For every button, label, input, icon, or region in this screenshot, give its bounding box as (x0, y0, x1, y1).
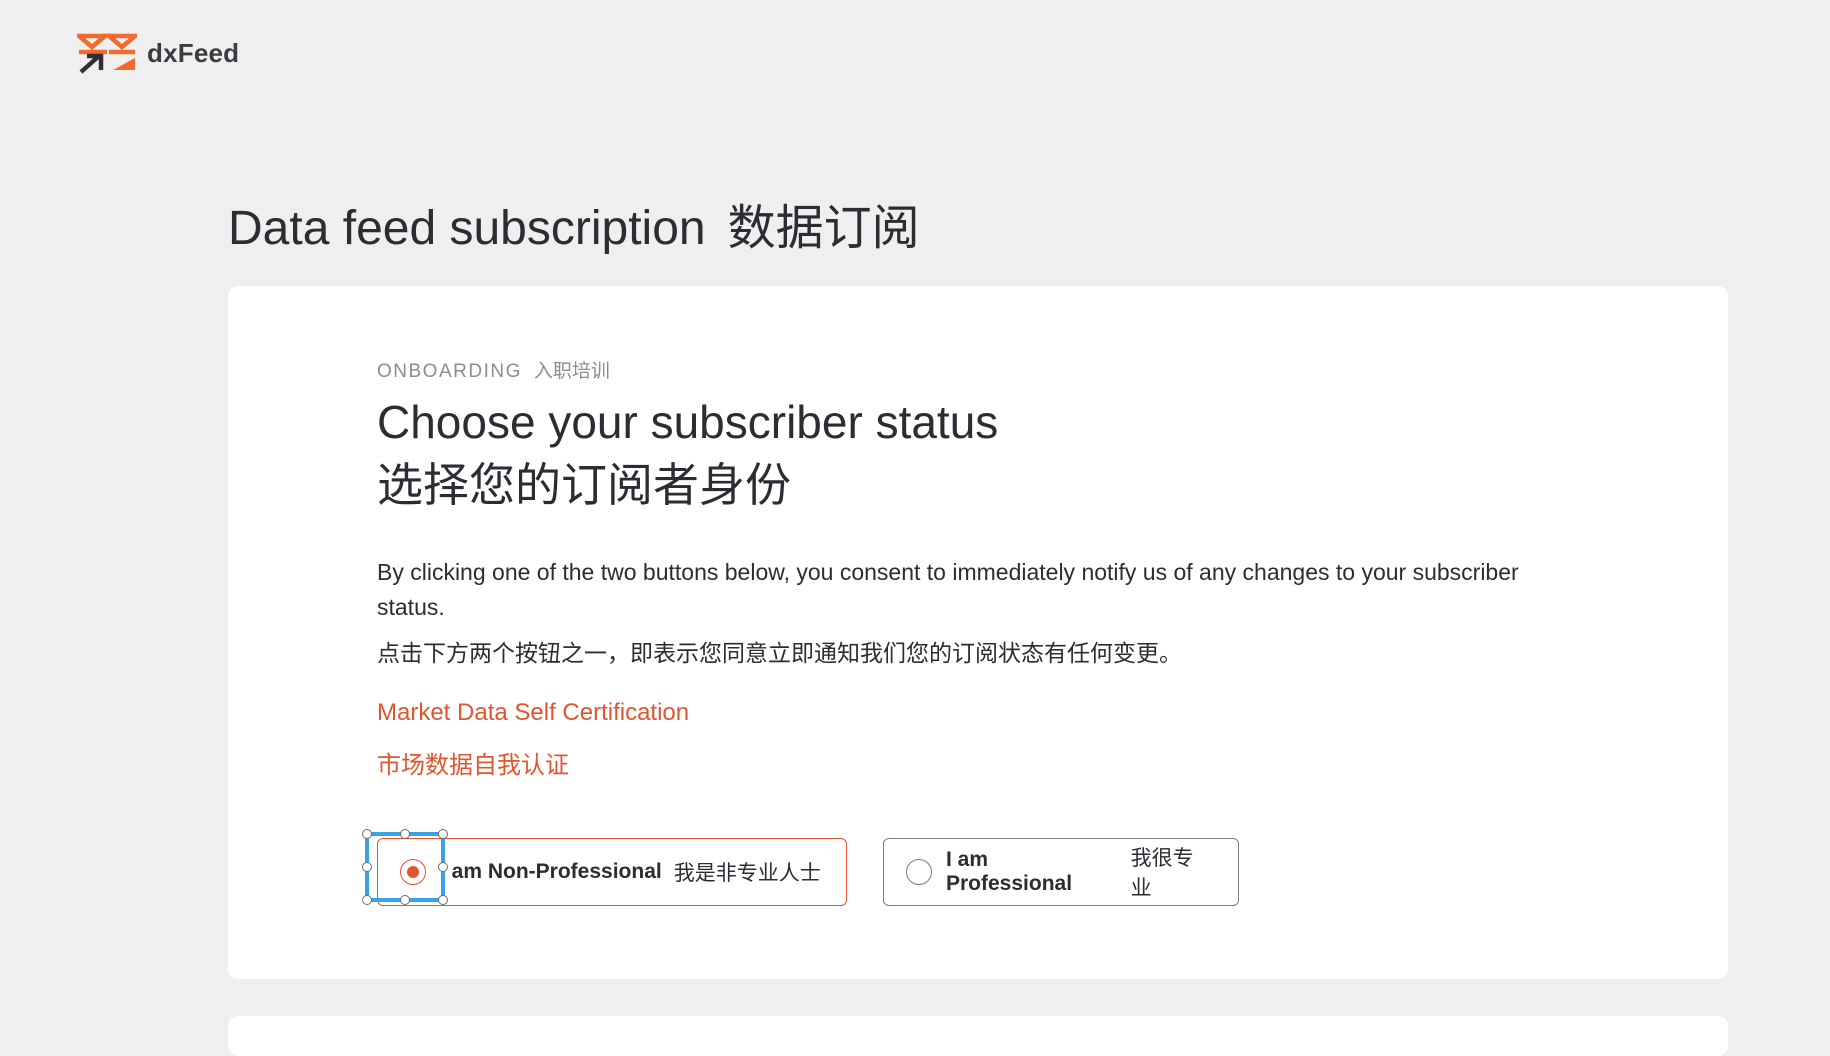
dxfeed-logo-icon (77, 33, 137, 74)
eyebrow-zh: 入职培训 (533, 361, 610, 382)
certification-link-en[interactable]: Market Data Self Certification (377, 699, 1577, 727)
card-content: ONBOARDING 入职培训 Choose your subscriber st… (377, 356, 1577, 780)
heading-zh: 选择您的订阅者身份 (377, 459, 791, 512)
eyebrow: ONBOARDING 入职培训 (377, 356, 1577, 383)
certification-link-zh[interactable]: 市场数据自我认证 (377, 745, 1577, 780)
page-title: Data feed subscription 数据订阅 (228, 188, 920, 258)
non-professional-option[interactable]: I am Non-Professional 我是非专业人士 (377, 838, 847, 906)
professional-option[interactable]: I am Professional 我很专业 (883, 838, 1239, 906)
next-card (228, 1016, 1728, 1056)
status-options: I am Non-Professional 我是非专业人士 I am Profe… (377, 838, 1239, 906)
onboarding-card: ONBOARDING 入职培训 Choose your subscriber st… (228, 286, 1728, 979)
description-zh: 点击下方两个按钮之一，即表示您同意立即通知我们您的订阅状态有任何变更。 (377, 640, 1182, 667)
option-label-zh: 我很专业 (1130, 847, 1194, 900)
radio-icon[interactable] (400, 859, 426, 885)
eyebrow-en: ONBOARDING (377, 361, 522, 382)
page-title-zh: 数据订阅 (727, 202, 920, 255)
dxfeed-logo[interactable]: dxFeed (77, 32, 239, 74)
option-label-en: I am Non-Professional (440, 860, 662, 883)
option-label-zh: 我是非专业人士 (673, 862, 821, 885)
logo-text: dxFeed (147, 37, 240, 68)
page-title-en: Data feed subscription (228, 202, 706, 255)
radio-icon[interactable] (906, 859, 932, 885)
description-en: By clicking one of the two buttons below… (377, 559, 1519, 621)
option-label-en: I am Professional (946, 848, 1073, 895)
heading-en: Choose your subscriber status (377, 396, 999, 448)
radio-dot-icon (407, 866, 419, 878)
